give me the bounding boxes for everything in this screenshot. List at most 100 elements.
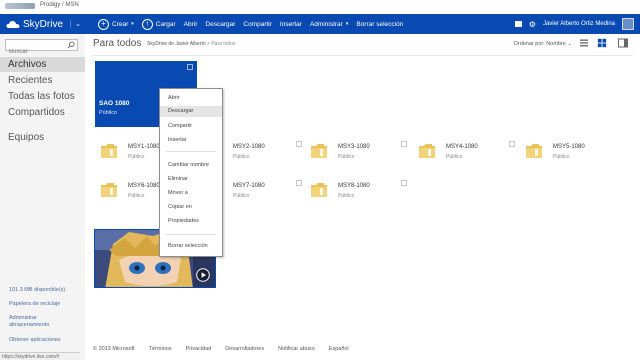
footer-links: © 2013 Microsoft Términos Privacidad Des…: [93, 346, 349, 352]
recycle-bin-link[interactable]: Papelera de reciclaje: [9, 301, 60, 308]
menu-item-embed[interactable]: Insertar: [160, 135, 222, 146]
folder-icon: [311, 183, 327, 197]
search-input[interactable]: [6, 47, 66, 57]
create-button[interactable]: + Crear ▾: [94, 14, 138, 34]
sidebar: Archivos Recientes Todas las fotos Compa…: [0, 34, 85, 360]
create-label: Crear: [112, 20, 129, 28]
user-name[interactable]: Javier Alberto Ortiz Medina: [543, 21, 615, 27]
folder-item[interactable]: MSY8-1080 Público: [310, 178, 410, 204]
page-title: Para todos: [93, 38, 142, 49]
play-icon[interactable]: [196, 268, 210, 282]
chevron-down-icon[interactable]: ⌄: [70, 20, 81, 28]
status-bar-url: https://skydrive.live.com/#: [0, 352, 80, 360]
menu-item-move-to[interactable]: Mover a: [160, 188, 222, 199]
manage-storage-link[interactable]: Administrar: [9, 315, 37, 322]
brand[interactable]: SkyDrive ⌄: [6, 16, 81, 32]
folder-name: MSY8-1080: [338, 183, 370, 189]
sidebar-item-shared[interactable]: Compartidos: [0, 105, 85, 120]
menu-item-download[interactable]: Descargar: [160, 106, 222, 117]
footer-developers[interactable]: Desarrolladores: [225, 346, 264, 352]
footer-language[interactable]: Español: [329, 346, 349, 352]
selection-checkbox[interactable]: [296, 141, 302, 147]
menu-item-share[interactable]: Compartir: [160, 121, 222, 132]
details-view-icon[interactable]: [579, 38, 589, 48]
breadcrumb-root[interactable]: SkyDrive de Javier Alberto: [147, 41, 206, 47]
folder-name: MSY2-1080: [233, 144, 265, 150]
menu-item-delete[interactable]: Eliminar: [160, 174, 222, 185]
open-button[interactable]: Abrir: [180, 14, 202, 34]
menu-item-copy-to[interactable]: Copiar en: [160, 202, 222, 213]
caret-down-icon: ▾: [345, 21, 349, 27]
menu-item-properties[interactable]: Propiedades: [160, 216, 222, 227]
selection-checkbox[interactable]: [187, 64, 193, 70]
sidebar-item-pcs[interactable]: Equipos: [0, 130, 85, 145]
menu-item-clear-selection[interactable]: Borrar selección: [160, 241, 222, 252]
embed-label: Insertar: [279, 20, 302, 28]
folder-icon: [419, 144, 435, 158]
header-divider: [93, 55, 633, 56]
command-list: + Crear ▾ ↑ Cargar Abrir Descargar Compa…: [94, 14, 407, 34]
upload-button[interactable]: ↑ Cargar: [138, 14, 180, 34]
selection-checkbox[interactable]: [296, 180, 302, 186]
top-command-bar: SkyDrive ⌄ + Crear ▾ ↑ Cargar Abrir Desc…: [0, 14, 640, 34]
folder-icon: [101, 183, 117, 197]
breadcrumb: SkyDrive de Javier Alberto > Para todos: [147, 41, 236, 47]
folder-icon: [101, 144, 117, 158]
selection-checkbox[interactable]: [401, 141, 407, 147]
download-button[interactable]: Descargar: [201, 14, 239, 34]
thumbnails-view-icon[interactable]: [597, 38, 607, 48]
folder-name: MSY3-1080: [338, 144, 370, 150]
sidebar-item-recent[interactable]: Recientes: [0, 73, 85, 88]
search-icon[interactable]: [67, 41, 75, 49]
folder-icon: [526, 144, 542, 158]
folder-sharing: Público: [233, 193, 250, 199]
selection-checkbox[interactable]: [401, 180, 407, 186]
storage-available: 101.3 MB disponible(s): [9, 287, 66, 293]
folder-item[interactable]: MSY4-1080 Público: [418, 139, 518, 165]
breadcrumb-separator: >: [207, 41, 210, 47]
browser-tab-title[interactable]: Prodigy / MSN: [40, 2, 79, 8]
sidebar-item-files[interactable]: Archivos: [0, 57, 85, 72]
caret-down-icon: ▾: [131, 21, 134, 27]
footer-report-abuse[interactable]: Notificar abuso: [278, 346, 315, 352]
folder-item[interactable]: MSY3-1080 Público: [310, 139, 410, 165]
clear-selection-label: Borrar selección: [356, 20, 404, 28]
plus-icon: +: [98, 18, 109, 30]
preview-pane-icon[interactable]: [618, 38, 628, 48]
download-label: Descargar: [205, 20, 236, 28]
upload-label: Cargar: [155, 20, 176, 28]
account-area: ⚙ Javier Alberto Ortiz Medina: [514, 14, 634, 34]
folder-name: MSY5-1080: [553, 144, 585, 150]
folder-name: MSY7-1080: [233, 183, 265, 189]
messages-icon[interactable]: [514, 21, 522, 27]
get-apps-link[interactable]: Obtener aplicaciones: [9, 337, 61, 344]
folder-item[interactable]: MSY5-1080 Público: [525, 139, 625, 165]
folder-sharing: Público: [338, 154, 355, 160]
search-box: [5, 39, 78, 57]
sort-dropdown[interactable]: Ordenar por: Nombre ⌄: [514, 41, 572, 47]
manage-button[interactable]: Administrar ▾: [306, 14, 352, 34]
folder-icon: [311, 144, 327, 158]
gear-icon[interactable]: ⚙: [529, 20, 536, 29]
folder-sharing: Público: [128, 193, 145, 199]
folder-sharing: Público: [128, 154, 145, 160]
folder-name: MSY6-1080: [128, 183, 160, 189]
share-label: Compartir: [243, 20, 272, 28]
footer-terms[interactable]: Términos: [149, 346, 172, 352]
folder-sharing: Público: [338, 193, 355, 199]
clear-selection-button[interactable]: Borrar selección: [352, 14, 407, 34]
folder-sharing: Público: [553, 154, 570, 160]
sidebar-item-all-photos[interactable]: Todas las fotos: [0, 89, 85, 104]
menu-separator: [166, 234, 216, 235]
manage-storage-link-line2[interactable]: almacenamiento: [9, 322, 49, 329]
avatar[interactable]: [622, 18, 634, 30]
menu-item-rename[interactable]: Cambiar nombre: [160, 160, 222, 171]
menu-item-open[interactable]: Abrir: [160, 93, 222, 104]
share-button[interactable]: Compartir: [239, 14, 276, 34]
cloud-icon: [6, 20, 20, 28]
selection-checkbox[interactable]: [509, 141, 515, 147]
tile-sharing: Público: [99, 110, 118, 116]
footer-privacy[interactable]: Privacidad: [186, 346, 212, 352]
tile-name: SAO 1080: [99, 100, 130, 107]
embed-button[interactable]: Insertar: [276, 14, 306, 34]
